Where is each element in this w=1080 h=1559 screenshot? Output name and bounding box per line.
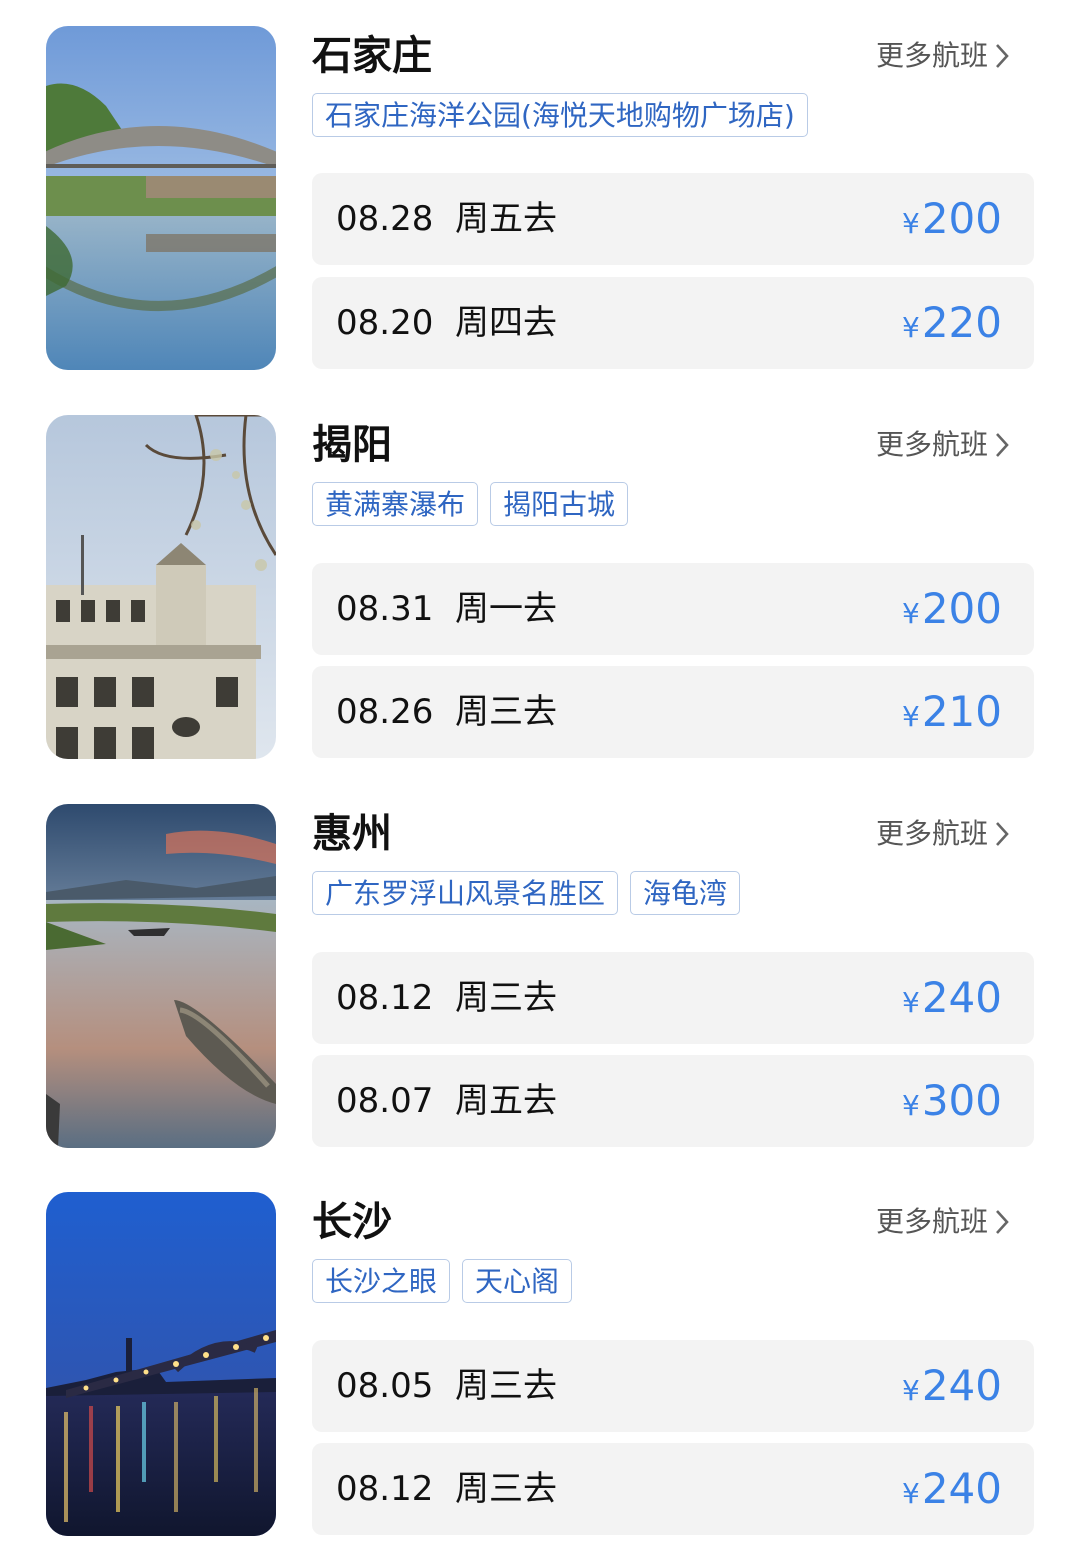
- flight-price: ¥200: [902, 584, 1002, 633]
- more-flights-link[interactable]: 更多航班: [876, 1204, 1010, 1240]
- city-name: 揭阳: [312, 422, 392, 468]
- attraction-tag[interactable]: 广东罗浮山风景名胜区: [312, 871, 619, 915]
- attraction-tag[interactable]: 天心阁: [462, 1259, 573, 1303]
- destination-card[interactable]: 惠州 更多航班 广东罗浮山风景名胜区 海龟湾 08.12 周三去 ¥240 08…: [0, 804, 1080, 1148]
- city-name: 石家庄: [312, 33, 432, 79]
- flight-row[interactable]: 08.12 周三去 ¥240: [312, 952, 1034, 1044]
- destination-card[interactable]: 石家庄 更多航班 石家庄海洋公园(海悦天地购物广场店) 08.28 周五去 ¥2…: [0, 26, 1080, 370]
- flight-date: 08.26 周三去: [336, 692, 557, 732]
- attraction-tags: 石家庄海洋公园(海悦天地购物广场店): [312, 93, 808, 137]
- more-flights-label: 更多航班: [876, 39, 989, 72]
- flight-row[interactable]: 08.07 周五去 ¥300: [312, 1055, 1034, 1147]
- more-flights-label: 更多航班: [876, 817, 989, 850]
- flight-row[interactable]: 08.20 周四去 ¥220: [312, 277, 1034, 369]
- flight-date: 08.05 周三去: [336, 1366, 557, 1406]
- stone-arch-bridge-photo[interactable]: [46, 26, 276, 370]
- flight-price: ¥210: [902, 687, 1002, 736]
- destination-card[interactable]: 揭阳 更多航班 黄满寨瀑布 揭阳古城 08.31 周一去 ¥200 08.26 …: [0, 415, 1080, 759]
- flight-price: ¥240: [902, 1464, 1002, 1513]
- more-flights-link[interactable]: 更多航班: [876, 427, 1010, 463]
- flight-row[interactable]: 08.31 周一去 ¥200: [312, 563, 1034, 655]
- attraction-tag[interactable]: 海龟湾: [630, 871, 741, 915]
- flight-price: ¥240: [902, 1361, 1002, 1410]
- flight-date: 08.07 周五去: [336, 1081, 557, 1121]
- chevron-right-icon: [996, 822, 1009, 846]
- chevron-right-icon: [996, 44, 1009, 68]
- more-flights-link[interactable]: 更多航班: [876, 38, 1010, 74]
- flight-date: 08.28 周五去: [336, 199, 557, 239]
- attraction-tag[interactable]: 揭阳古城: [490, 482, 629, 526]
- flight-price: ¥240: [902, 973, 1002, 1022]
- flight-date: 08.12 周三去: [336, 1469, 557, 1509]
- night-bridge-photo[interactable]: [46, 1192, 276, 1536]
- attraction-tags: 黄满寨瀑布 揭阳古城: [312, 482, 629, 526]
- flight-price: ¥300: [902, 1076, 1002, 1125]
- lake-boats-photo[interactable]: [46, 804, 276, 1148]
- more-flights-label: 更多航班: [876, 1205, 989, 1238]
- flight-date: 08.12 周三去: [336, 978, 557, 1018]
- attraction-tag[interactable]: 长沙之眼: [312, 1259, 451, 1303]
- more-flights-link[interactable]: 更多航班: [876, 816, 1010, 852]
- flight-date: 08.20 周四去: [336, 303, 557, 343]
- attraction-tag[interactable]: 黄满寨瀑布: [312, 482, 479, 526]
- attraction-tags: 长沙之眼 天心阁: [312, 1259, 573, 1303]
- flight-row[interactable]: 08.12 周三去 ¥240: [312, 1443, 1034, 1535]
- city-name: 惠州: [312, 811, 392, 857]
- old-building-photo[interactable]: [46, 415, 276, 759]
- attraction-tags: 广东罗浮山风景名胜区 海龟湾: [312, 871, 741, 915]
- flight-row[interactable]: 08.26 周三去 ¥210: [312, 666, 1034, 758]
- chevron-right-icon: [996, 1210, 1009, 1234]
- flight-row[interactable]: 08.05 周三去 ¥240: [312, 1340, 1034, 1432]
- destination-card[interactable]: 长沙 更多航班 长沙之眼 天心阁 08.05 周三去 ¥240 08.12 周三…: [0, 1192, 1080, 1536]
- attraction-tag[interactable]: 石家庄海洋公园(海悦天地购物广场店): [312, 93, 808, 137]
- flight-price: ¥200: [902, 194, 1002, 243]
- flight-date: 08.31 周一去: [336, 589, 557, 629]
- flight-price: ¥220: [902, 298, 1002, 347]
- chevron-right-icon: [996, 433, 1009, 457]
- more-flights-label: 更多航班: [876, 428, 989, 461]
- city-name: 长沙: [312, 1199, 392, 1245]
- flight-row[interactable]: 08.28 周五去 ¥200: [312, 173, 1034, 265]
